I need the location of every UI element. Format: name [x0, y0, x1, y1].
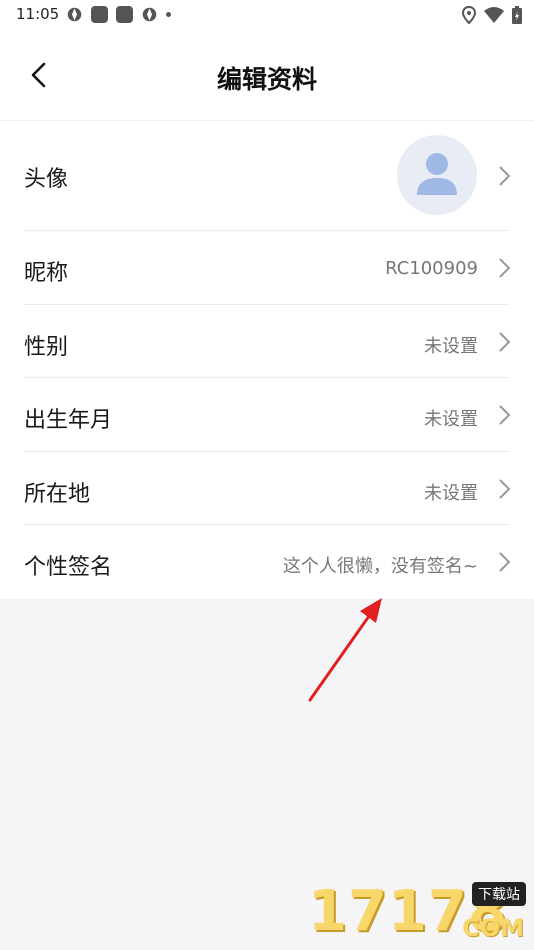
row-avatar[interactable]: 头像	[0, 121, 534, 231]
app-notification-icon	[91, 6, 108, 23]
system-icons	[462, 6, 522, 24]
row-signature[interactable]: 个性签名 这个人很懒，没有签名~	[0, 525, 534, 599]
status-bar: 11:05	[0, 0, 534, 30]
more-notifications-dot-icon	[166, 12, 171, 17]
status-time: 11:05	[16, 5, 60, 23]
row-label: 头像	[24, 167, 69, 192]
chevron-right-icon	[499, 552, 511, 572]
battery-icon	[512, 6, 522, 24]
location-value: 未设置	[424, 483, 478, 504]
row-label: 所在地	[24, 482, 91, 507]
red-arrow-annotation	[308, 598, 382, 702]
row-gender[interactable]: 性别 未设置	[0, 305, 534, 378]
pinwheel-icon	[142, 7, 157, 22]
location-icon	[462, 6, 476, 24]
header: 编辑资料	[0, 30, 534, 120]
watermark-suffix: COM	[462, 914, 524, 942]
watermark-logo: 17178 下载站 COM	[308, 879, 528, 944]
row-birth-month[interactable]: 出生年月 未设置	[0, 378, 534, 452]
profile-list: 头像 昵称 RC100909 性别 未设置 出生年月 未设置 所在地 未设置 个…	[0, 120, 534, 599]
row-label: 个性签名	[24, 555, 113, 580]
gender-value: 未设置	[424, 336, 478, 357]
pinwheel-icon	[67, 7, 82, 22]
user-avatar-icon	[417, 153, 457, 195]
watermark-badge: 下载站	[472, 882, 526, 906]
row-nickname[interactable]: 昵称 RC100909	[0, 231, 534, 305]
notification-icons	[66, 6, 171, 23]
chevron-right-icon	[499, 332, 511, 352]
row-label: 昵称	[24, 261, 69, 286]
row-label: 出生年月	[24, 408, 113, 433]
page-title: 编辑资料	[216, 65, 317, 94]
birth-month-value: 未设置	[424, 409, 478, 430]
chevron-right-icon	[499, 166, 511, 186]
nickname-value: RC100909	[385, 258, 478, 279]
row-label: 性别	[24, 335, 69, 360]
wifi-icon	[484, 7, 504, 23]
chevron-right-icon	[499, 479, 511, 499]
avatar[interactable]	[397, 135, 477, 215]
row-location[interactable]: 所在地 未设置	[0, 452, 534, 525]
chevron-right-icon	[499, 405, 511, 425]
chevron-right-icon	[499, 258, 511, 278]
app-notification-icon	[116, 6, 133, 23]
signature-value: 这个人很懒，没有签名~	[282, 556, 478, 577]
